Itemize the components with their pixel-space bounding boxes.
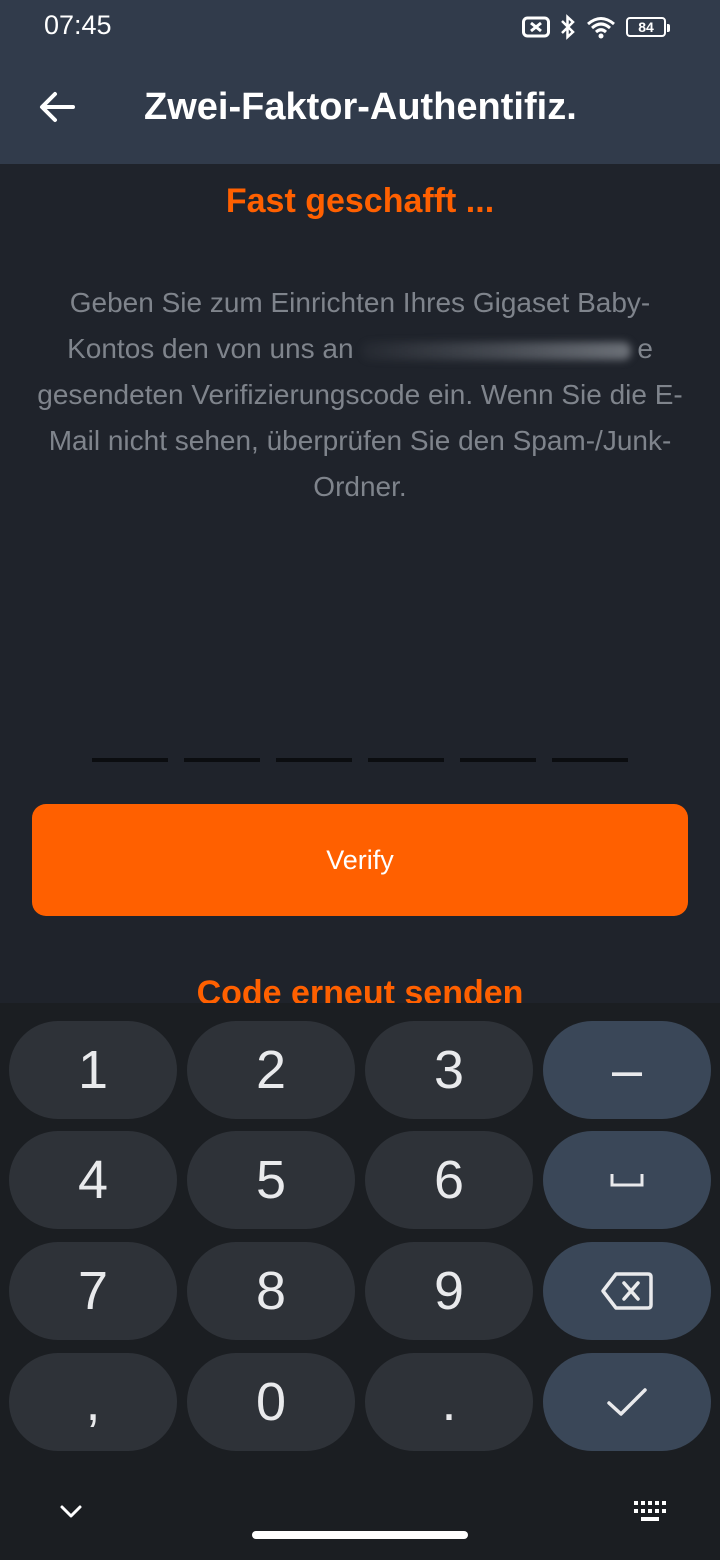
key-6[interactable]: 6 [365,1131,533,1229]
code-digit-slot[interactable] [276,758,352,762]
bluetooth-icon [560,14,576,40]
status-time: 07:45 [44,10,112,40]
numeric-keyboard: 1 2 3 – 4 5 6 7 8 9 , 0 . [0,1003,720,1560]
keyboard-collapse-button[interactable] [56,1496,86,1526]
backspace-icon [600,1271,654,1311]
code-digit-slot[interactable] [368,758,444,762]
code-digit-slot[interactable] [184,758,260,762]
headline: Fast geschafft ... [225,182,495,220]
key-3[interactable]: 3 [365,1021,533,1119]
description: Geben Sie zum Einrichten Ihres Gigaset B… [30,280,690,510]
arrow-left-icon [39,91,75,128]
back-button[interactable] [30,82,84,136]
key-9[interactable]: 9 [365,1242,533,1340]
status-icons: 84 [522,12,670,42]
key-8[interactable]: 8 [187,1242,355,1340]
key-0[interactable]: 0 [187,1353,355,1451]
redacted-email [361,341,632,360]
verification-code-input[interactable] [92,758,628,762]
key-1[interactable]: 1 [9,1021,177,1119]
key-backspace[interactable] [543,1242,711,1340]
chevron-down-icon [56,1505,86,1530]
key-comma[interactable]: , [9,1353,177,1451]
keyboard-icon [632,1501,668,1530]
key-done[interactable] [543,1353,711,1451]
key-minus[interactable]: – [543,1021,711,1119]
key-4[interactable]: 4 [9,1131,177,1229]
wifi-icon [586,15,616,39]
app-header: 07:45 84 Zwei-Faktor-Authentifiz. [0,0,720,164]
code-digit-slot[interactable] [92,758,168,762]
key-5[interactable]: 5 [187,1131,355,1229]
key-period[interactable]: . [365,1353,533,1451]
keyboard-switch-button[interactable] [632,1498,668,1526]
key-2[interactable]: 2 [187,1021,355,1119]
page-title: Zwei-Faktor-Authentifiz. [144,86,577,128]
battery-icon: 84 [626,17,670,37]
checkmark-icon [606,1386,648,1418]
key-7[interactable]: 7 [9,1242,177,1340]
home-indicator[interactable] [252,1531,468,1539]
key-space[interactable] [543,1131,711,1229]
space-icon [610,1172,644,1188]
code-digit-slot[interactable] [552,758,628,762]
verify-button[interactable]: Verify [32,804,688,916]
code-digit-slot[interactable] [460,758,536,762]
no-sim-icon [522,16,550,38]
